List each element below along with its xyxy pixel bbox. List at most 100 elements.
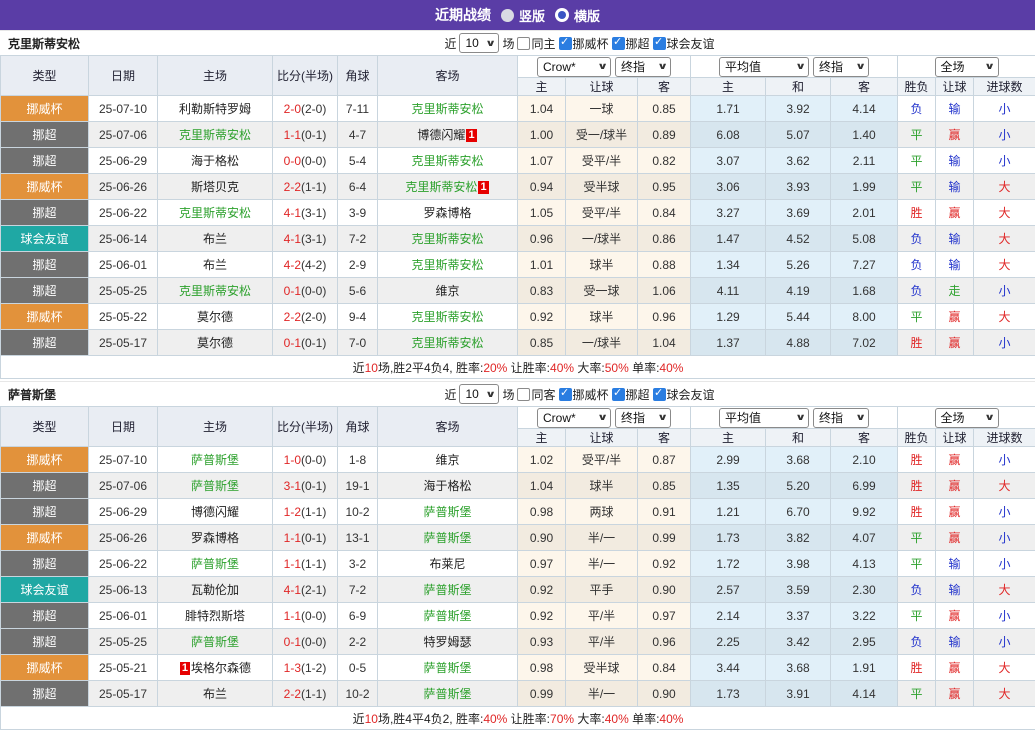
corner-count: 6-9 <box>337 602 378 629</box>
crown-away-odds: 0.91 <box>636 498 692 525</box>
filter-controls: 近 10∨ 场 同客 挪威杯 挪超 球会友谊 <box>444 384 715 404</box>
same-venue-checkbox[interactable] <box>517 36 531 50</box>
match-score: 1-1(1-1) <box>272 550 338 577</box>
score-fulltime: 4-1 <box>283 582 301 597</box>
home-team: 克里斯蒂安松 <box>157 277 273 304</box>
final-odds-select-2[interactable]: 终指 ∨ <box>813 56 870 77</box>
summary-row: 近10场,胜4平4负2, 胜率:40% 让胜率:70% 大率:40% 单率:40… <box>0 706 1035 730</box>
final-odds-select[interactable]: 终指 ∨ <box>615 407 672 428</box>
bookmaker-select[interactable]: Crow* ∨ <box>537 56 612 77</box>
summary-text: 单率: <box>628 360 660 375</box>
match-score: 0-1(0-1) <box>272 329 338 356</box>
match-scope-select[interactable]: 全场 ∨ <box>934 407 999 428</box>
crown-away-odds: 0.86 <box>636 225 692 252</box>
crown-away-odds: 0.84 <box>636 199 692 226</box>
avg-home-odds: 1.37 <box>690 329 767 356</box>
league-badge: 挪威杯 <box>0 524 89 551</box>
radio-hollow-icon[interactable] <box>555 8 569 22</box>
summary-text: 场,胜2平4负4, 胜率: <box>377 360 484 375</box>
cup-checkbox[interactable] <box>558 35 572 50</box>
match-row: 挪超 25-06-22 萨普斯堡 1-1(1-1) 3-2 布莱尼 0.97 半/一 0.92 1… <box>0 550 1035 577</box>
result-handicap: 赢 <box>935 199 975 226</box>
corner-count: 2-2 <box>337 628 378 655</box>
crown-home-odds: 1.00 <box>517 121 566 148</box>
red-card-badge: 1 <box>466 129 477 142</box>
cup-label[interactable]: 挪威杯 <box>573 386 609 403</box>
avg-home-odds: 6.08 <box>690 121 767 148</box>
result-handicap: 输 <box>935 147 975 174</box>
match-date: 25-06-22 <box>88 199 158 226</box>
layout-radio-horizontal[interactable]: 横版 <box>555 6 600 25</box>
match-date: 25-07-10 <box>88 446 158 473</box>
home-team: 布兰 <box>157 680 273 707</box>
summary-text: 大率: <box>574 711 605 726</box>
score-fulltime: 1-1 <box>283 530 301 545</box>
summary-stat-value: 10 <box>364 711 378 726</box>
bookmaker-select[interactable]: Crow* ∨ <box>537 407 612 428</box>
avg-away-odds: 1.68 <box>830 277 899 304</box>
team-name: 腓特烈斯塔 <box>184 609 245 623</box>
friendly-checkbox[interactable] <box>652 386 666 401</box>
avg-draw-odds: 3.37 <box>765 602 832 629</box>
chevron-down-icon: ∨ <box>984 61 996 71</box>
col-header-date: 日期 <box>88 55 158 96</box>
result-goals: 小 <box>973 498 1035 525</box>
match-count-select[interactable]: 10 ∨ <box>459 33 500 53</box>
result-outcome: 平 <box>897 303 937 330</box>
crown-handicap: 一/球半 <box>565 329 638 356</box>
match-date: 25-05-17 <box>88 329 158 356</box>
filter-controls: 近 10∨ 场 同主 挪威杯 挪超 球会友谊 <box>444 33 715 53</box>
sub-header-goals: 进球数 <box>973 77 1035 96</box>
team-name: 克里斯蒂安松 <box>411 336 484 350</box>
cup-checkbox[interactable] <box>558 386 572 401</box>
radio-filled-icon[interactable] <box>500 8 514 22</box>
result-goals: 大 <box>973 472 1035 499</box>
score-fulltime: 1-2 <box>283 504 301 519</box>
crown-handicap: 受平/半 <box>565 199 638 226</box>
avg-home-odds: 1.35 <box>690 472 767 499</box>
layout-radio-vertical[interactable]: 竖版 <box>500 6 545 25</box>
crown-odds-header: Crow* ∨ 终指 ∨ <box>516 406 692 429</box>
league-label[interactable]: 挪超 <box>626 35 650 52</box>
result-handicap: 赢 <box>935 524 975 551</box>
team-name: 萨普斯堡 <box>423 661 472 675</box>
friendly-label[interactable]: 球会友谊 <box>667 386 715 403</box>
same-venue-checkbox[interactable] <box>517 387 531 401</box>
score-halftime: (0-0) <box>301 634 327 649</box>
match-date: 25-05-25 <box>88 277 158 304</box>
final-odds-select-2[interactable]: 终指 ∨ <box>813 407 870 428</box>
friendly-checkbox[interactable] <box>652 35 666 50</box>
avg-away-odds: 3.22 <box>830 602 899 629</box>
summary-stat-value: 70% <box>550 711 575 726</box>
result-goals: 小 <box>973 277 1035 304</box>
league-label[interactable]: 挪超 <box>626 386 650 403</box>
avg-home-odds: 2.99 <box>690 446 767 473</box>
score-fulltime: 0-0 <box>283 153 301 168</box>
radio-vertical-label[interactable]: 竖版 <box>519 6 545 25</box>
cup-label[interactable]: 挪威杯 <box>573 35 609 52</box>
average-odds-select[interactable]: 平均值 ∨ <box>719 407 810 428</box>
same-venue-label[interactable]: 同客 <box>531 386 555 403</box>
team-name: 布兰 <box>202 232 227 246</box>
match-count-select[interactable]: 10 ∨ <box>459 384 500 404</box>
score-halftime: (2-1) <box>301 582 327 597</box>
radio-horizontal-label[interactable]: 横版 <box>574 6 600 25</box>
match-scope-select[interactable]: 全场 ∨ <box>934 56 999 77</box>
same-venue-label[interactable]: 同主 <box>531 35 555 52</box>
home-team: 克里斯蒂安松 <box>157 121 273 148</box>
match-date: 25-06-22 <box>88 550 158 577</box>
avg-home-odds: 3.27 <box>690 199 767 226</box>
result-outcome: 负 <box>897 251 937 278</box>
final-odds-select[interactable]: 终指 ∨ <box>615 56 672 77</box>
league-checkbox[interactable] <box>611 386 625 401</box>
home-team: 萨普斯堡 <box>157 550 273 577</box>
league-checkbox[interactable] <box>611 35 625 50</box>
average-odds-select[interactable]: 平均值 ∨ <box>719 56 810 77</box>
results-table: 类型 日期 主场 比分(半场) 角球 客场 Crow* ∨ 终指 ∨ 平均值 ∨… <box>0 406 1035 730</box>
match-date: 25-06-14 <box>88 225 158 252</box>
crown-home-odds: 1.01 <box>517 251 566 278</box>
result-handicap: 赢 <box>935 680 975 707</box>
crown-handicap: 受平/半 <box>565 446 638 473</box>
avg-draw-odds: 4.88 <box>765 329 832 356</box>
friendly-label[interactable]: 球会友谊 <box>667 35 715 52</box>
